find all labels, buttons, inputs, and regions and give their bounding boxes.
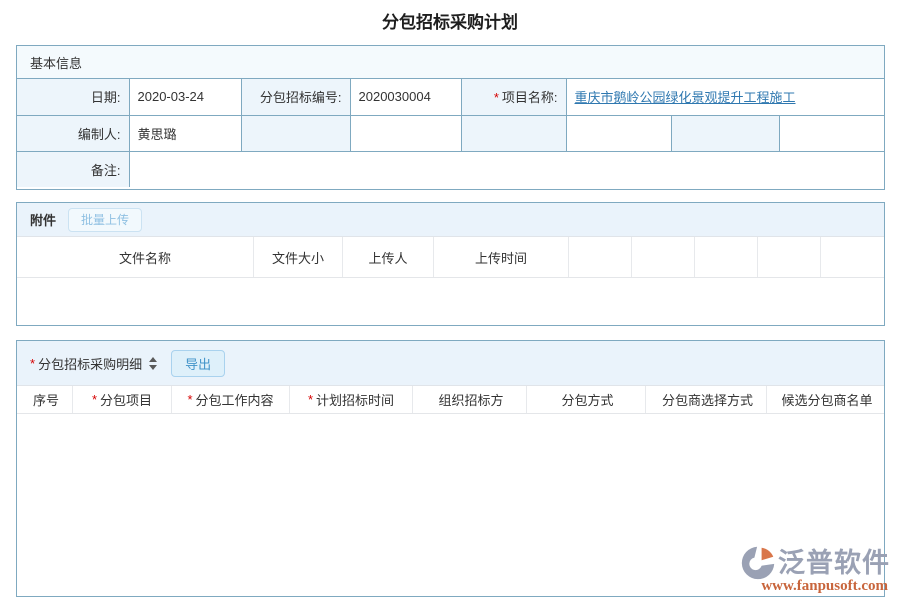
column-header-subcontract-method: 分包方式: [527, 386, 646, 413]
column-header-empty: [695, 237, 758, 277]
project-name-cell: 重庆市鹅岭公园绿化景观提升工程施工: [566, 79, 884, 115]
column-label: 分包项目: [100, 390, 152, 409]
column-label: 分包商选择方式: [662, 390, 753, 409]
basic-info-header: 基本信息: [17, 46, 884, 79]
basic-info-title: 基本信息: [30, 53, 82, 72]
export-button[interactable]: 导出: [171, 350, 225, 377]
column-label: 组织招标方: [438, 390, 503, 409]
column-label: 候选分包商名单: [781, 390, 872, 409]
column-header-serial: 序号: [17, 386, 73, 413]
column-header-organizer: 组织招标方: [413, 386, 527, 413]
required-mark: *: [92, 392, 97, 407]
empty-value-cell: [779, 115, 884, 151]
project-name-label-text: 项目名称:: [502, 90, 558, 105]
attachments-table-body: [17, 278, 884, 325]
column-header-upload-time: 上传时间: [434, 237, 569, 277]
column-header-subcontract-item: *分包项目: [73, 386, 172, 413]
page-title: 分包招标采购计划: [0, 8, 900, 33]
column-label: 序号: [33, 390, 59, 409]
column-header-empty: [632, 237, 695, 277]
bid-number-label: 分包招标编号:: [241, 79, 350, 115]
sort-arrows-icon[interactable]: [149, 357, 157, 370]
column-header-empty: [569, 237, 632, 277]
fanpu-logo: 泛普软件 www.fanpusoft.com: [740, 545, 890, 595]
column-header-work-content: * 分包工作内容: [172, 386, 290, 413]
details-title: 分包招标采购明细: [38, 354, 142, 373]
column-header-file-size: 文件大小: [254, 237, 343, 277]
remarks-value: [129, 151, 884, 187]
required-mark: *: [308, 392, 313, 407]
column-header-selection-method: 分包商选择方式: [646, 386, 767, 413]
empty-label-cell: [241, 115, 350, 151]
attachments-table-header: 文件名称 文件大小 上传人 上传时间: [17, 237, 884, 278]
brand-website: www.fanpusoft.com: [761, 577, 890, 595]
compiler-label: 编制人:: [17, 115, 129, 151]
basic-info-table: 日期: 2020-03-24 分包招标编号: 2020030004 *项目名称:…: [17, 79, 884, 187]
fanpu-logo-row: 泛普软件: [740, 545, 890, 581]
attachments-header: 附件 批量上传: [17, 203, 884, 237]
basic-info-section: 基本信息 日期: 2020-03-24 分包招标编号: 2020030004 *…: [16, 45, 885, 190]
column-header-file-name: 文件名称: [17, 237, 254, 277]
empty-label-cell: [671, 115, 779, 151]
bid-number-value: 2020030004: [350, 79, 461, 115]
column-label: 分包方式: [561, 390, 613, 409]
column-label: 计划招标时间: [316, 390, 394, 409]
column-header-empty: [758, 237, 821, 277]
required-mark: *: [187, 392, 192, 407]
batch-upload-button[interactable]: 批量上传: [68, 208, 142, 232]
project-name-label: *项目名称:: [461, 79, 566, 115]
column-header-uploader: 上传人: [343, 237, 434, 277]
fanpu-logo-icon: [740, 545, 776, 581]
column-header-empty: [821, 237, 884, 277]
page: 分包招标采购计划 基本信息 日期: 2020-03-24 分包招标编号: 202…: [0, 0, 900, 600]
attachments-section: 附件 批量上传 文件名称 文件大小 上传人 上传时间: [16, 202, 885, 326]
details-header: * 分包招标采购明细 导出: [17, 341, 884, 386]
empty-label-cell: [461, 115, 566, 151]
required-mark: *: [494, 90, 499, 105]
column-header-planned-bid-time: *计划招标时间: [290, 386, 413, 413]
brand-name: 泛普软件: [778, 550, 890, 577]
attachments-title: 附件: [30, 210, 56, 229]
empty-value-cell: [350, 115, 461, 151]
column-header-candidate-list: 候选分包商名单: [767, 386, 884, 413]
details-table-header: 序号 *分包项目 *分包工作内容 *计划招标时间 组织招标方 分包方式 分包商选…: [17, 386, 884, 414]
date-label: 日期:: [17, 79, 129, 115]
sort-up-icon: [149, 357, 157, 362]
column-label: 分包工作内容: [196, 390, 274, 409]
compiler-value: 黄思璐: [129, 115, 241, 151]
remarks-label: 备注:: [17, 151, 129, 187]
date-value: 2020-03-24: [129, 79, 241, 115]
empty-value-cell: [566, 115, 671, 151]
required-mark: *: [30, 356, 35, 371]
project-name-link[interactable]: 重庆市鹅岭公园绿化景观提升工程施工: [575, 90, 796, 105]
sort-down-icon: [149, 365, 157, 370]
